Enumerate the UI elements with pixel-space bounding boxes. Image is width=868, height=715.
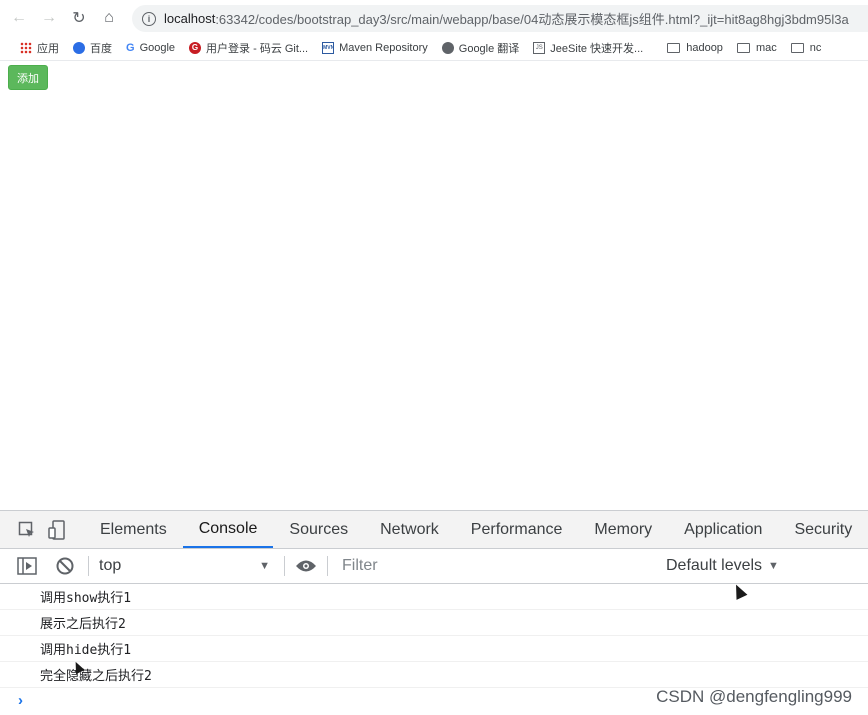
devtools-tab-bar: Elements Console Sources Network Perform… [0,511,868,549]
inspect-element-icon[interactable] [18,519,36,541]
reload-icon[interactable]: ↻ [68,7,90,29]
bookmark-jeesite[interactable]: JS JeeSite 快速开发... [533,40,643,56]
browser-toolbar: ← → ↻ ⌂ i localhost :63342/codes/bootstr… [0,0,868,36]
context-value: top [99,557,122,574]
console-log-line: 完全隐藏之后执行2 [0,662,868,688]
gitee-icon: G [189,42,202,54]
toolbar-divider [327,556,328,576]
bookmark-folder-hadoop[interactable]: hadoop [667,42,723,54]
bookmark-label: 百度 [90,43,112,55]
forward-arrow-icon[interactable]: → [38,7,60,29]
context-selector[interactable]: top ▼ [99,554,274,578]
toolbar-divider [284,556,285,576]
console-filter-input[interactable] [336,554,648,578]
google-icon: G [126,42,135,54]
console-log-line: 展示之后执行2 [0,610,868,636]
tab-application[interactable]: Application [668,511,778,548]
bookmark-folder-nc[interactable]: nc [790,42,822,54]
console-log-line: 调用hide执行1 [0,636,868,662]
tab-performance[interactable]: Performance [455,511,579,548]
bookmark-label: 用户登录 - 码云 Git... [206,43,309,55]
bookmark-google-translate[interactable]: Google 翻译 [441,40,520,56]
back-arrow-icon[interactable]: ← [8,7,30,29]
url-host: localhost [164,11,216,26]
bookmark-label: JeeSite 快速开发... [550,43,644,55]
bookmark-maven[interactable]: MVN Maven Repository [322,42,428,54]
watermark: CSDN @dengfengling999 [656,687,852,706]
sidebar-toggle-icon[interactable] [16,555,38,577]
maven-icon: MVN [322,42,334,54]
eye-icon[interactable] [295,555,317,577]
devtools-panel: Elements Console Sources Network Perform… [0,510,868,715]
home-icon[interactable]: ⌂ [98,7,120,29]
bookmark-apps[interactable]: 应用 [20,40,59,56]
bookmark-google[interactable]: G Google [126,42,175,54]
baidu-icon [73,42,85,54]
tab-memory[interactable]: Memory [578,511,668,548]
bookmark-gitee[interactable]: G 用户登录 - 码云 Git... [189,40,308,56]
toolbar-divider [88,556,89,576]
tab-network[interactable]: Network [364,511,455,548]
tab-console[interactable]: Console [182,511,274,548]
folder-icon [736,43,750,53]
clear-console-icon[interactable] [54,555,76,577]
tab-sources[interactable]: Sources [273,511,364,548]
bookmark-label: 应用 [37,43,59,55]
bookmark-label: Google [139,42,176,54]
js-icon: JS [533,42,546,54]
info-icon[interactable]: i [142,11,156,26]
bookmark-label: mac [755,42,777,54]
folder-icon [790,43,804,53]
tab-security[interactable]: Security [778,511,868,548]
bookmarks-bar: 应用 百度 G Google G 用户登录 - 码云 Git... MVN Ma… [0,36,868,61]
dropdown-arrow-icon: ▼ [259,560,270,572]
bookmark-baidu[interactable]: 百度 [73,40,112,56]
log-levels-label: Default levels [666,557,763,574]
bookmark-label: nc [809,42,822,54]
device-toolbar-icon[interactable] [48,519,66,541]
console-toolbar: top ▼ Default levels ▼ [0,549,868,584]
translate-icon [441,42,454,54]
url-path: :63342/codes/bootstrap_day3/src/main/web… [215,12,849,27]
folder-icon [667,43,681,53]
add-button[interactable]: 添加 [8,65,48,90]
dropdown-arrow-icon: ▼ [768,560,779,572]
address-bar[interactable]: i localhost :63342/codes/bootstrap_day3/… [132,5,868,32]
bookmark-folder-mac[interactable]: mac [736,42,777,54]
log-levels-dropdown[interactable]: Default levels ▼ [666,549,779,583]
bookmark-label: Google 翻译 [458,43,520,55]
apps-icon [20,42,32,54]
tab-elements[interactable]: Elements [84,511,183,548]
bookmark-label: hadoop [686,42,723,54]
bookmark-label: Maven Repository [339,42,428,54]
